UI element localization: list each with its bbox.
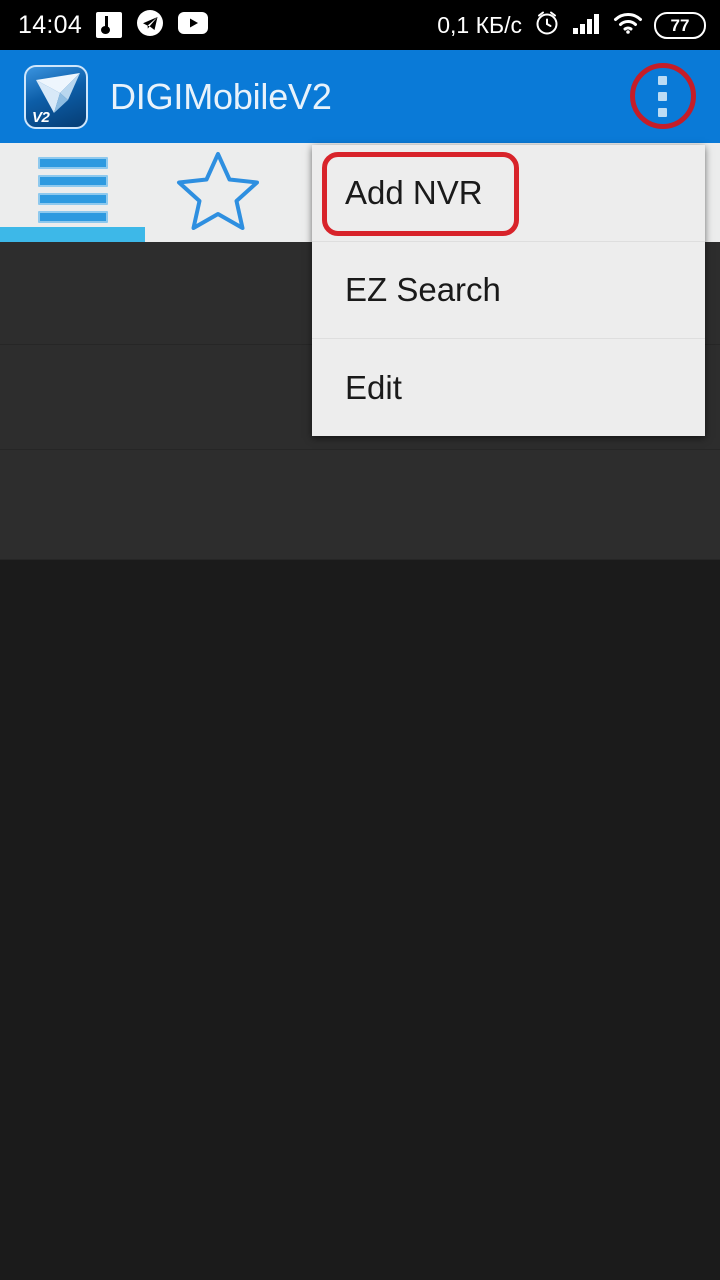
- menu-item-label: Add NVR: [345, 174, 483, 211]
- app-logo-version-label: V2: [32, 108, 50, 126]
- status-bar-right: 0,1 КБ/с 77: [437, 9, 706, 42]
- menu-item-ez-search[interactable]: EZ Search: [312, 242, 705, 339]
- menu-item-add-nvr[interactable]: Add NVR: [312, 145, 705, 242]
- status-bar: 14:04 0,1 КБ/с 77: [0, 0, 720, 50]
- youtube-icon: [178, 11, 209, 39]
- page-title: DIGIMobileV2: [110, 75, 332, 117]
- alarm-clock-icon: [533, 9, 561, 42]
- battery-icon: 77: [654, 11, 706, 39]
- tab-device-list[interactable]: [0, 143, 145, 242]
- tab-favorites[interactable]: [145, 143, 290, 242]
- overflow-menu-icon[interactable]: [639, 74, 685, 120]
- menu-item-label: EZ Search: [345, 271, 501, 308]
- app-bar: V2 DIGIMobileV2: [0, 50, 720, 143]
- network-speed-text: 0,1 КБ/с: [437, 11, 522, 38]
- list-lines-icon: [37, 156, 108, 223]
- content-background: [0, 560, 720, 1280]
- overflow-menu-area: [616, 51, 708, 143]
- menu-item-edit[interactable]: Edit: [312, 339, 705, 436]
- battery-level-text: 77: [670, 15, 690, 35]
- signal-bars-icon: [572, 11, 602, 40]
- menu-item-label: Edit: [345, 368, 402, 406]
- overflow-dropdown-menu: Add NVR EZ Search Edit: [312, 145, 705, 436]
- star-icon: [176, 151, 260, 230]
- phone-screen: 14:04 0,1 КБ/с 77 V2 DIGIMobileV2 Add NV…: [0, 0, 720, 1280]
- wifi-icon: [613, 11, 643, 40]
- tab-active-indicator: [0, 227, 145, 242]
- telegram-icon: [136, 9, 164, 42]
- app-logo-icon: V2: [24, 64, 88, 129]
- status-clock: 14:04: [18, 10, 83, 39]
- list-item[interactable]: [0, 450, 720, 560]
- status-bar-left: 14:04: [18, 9, 209, 42]
- music-note-icon: [96, 12, 123, 38]
